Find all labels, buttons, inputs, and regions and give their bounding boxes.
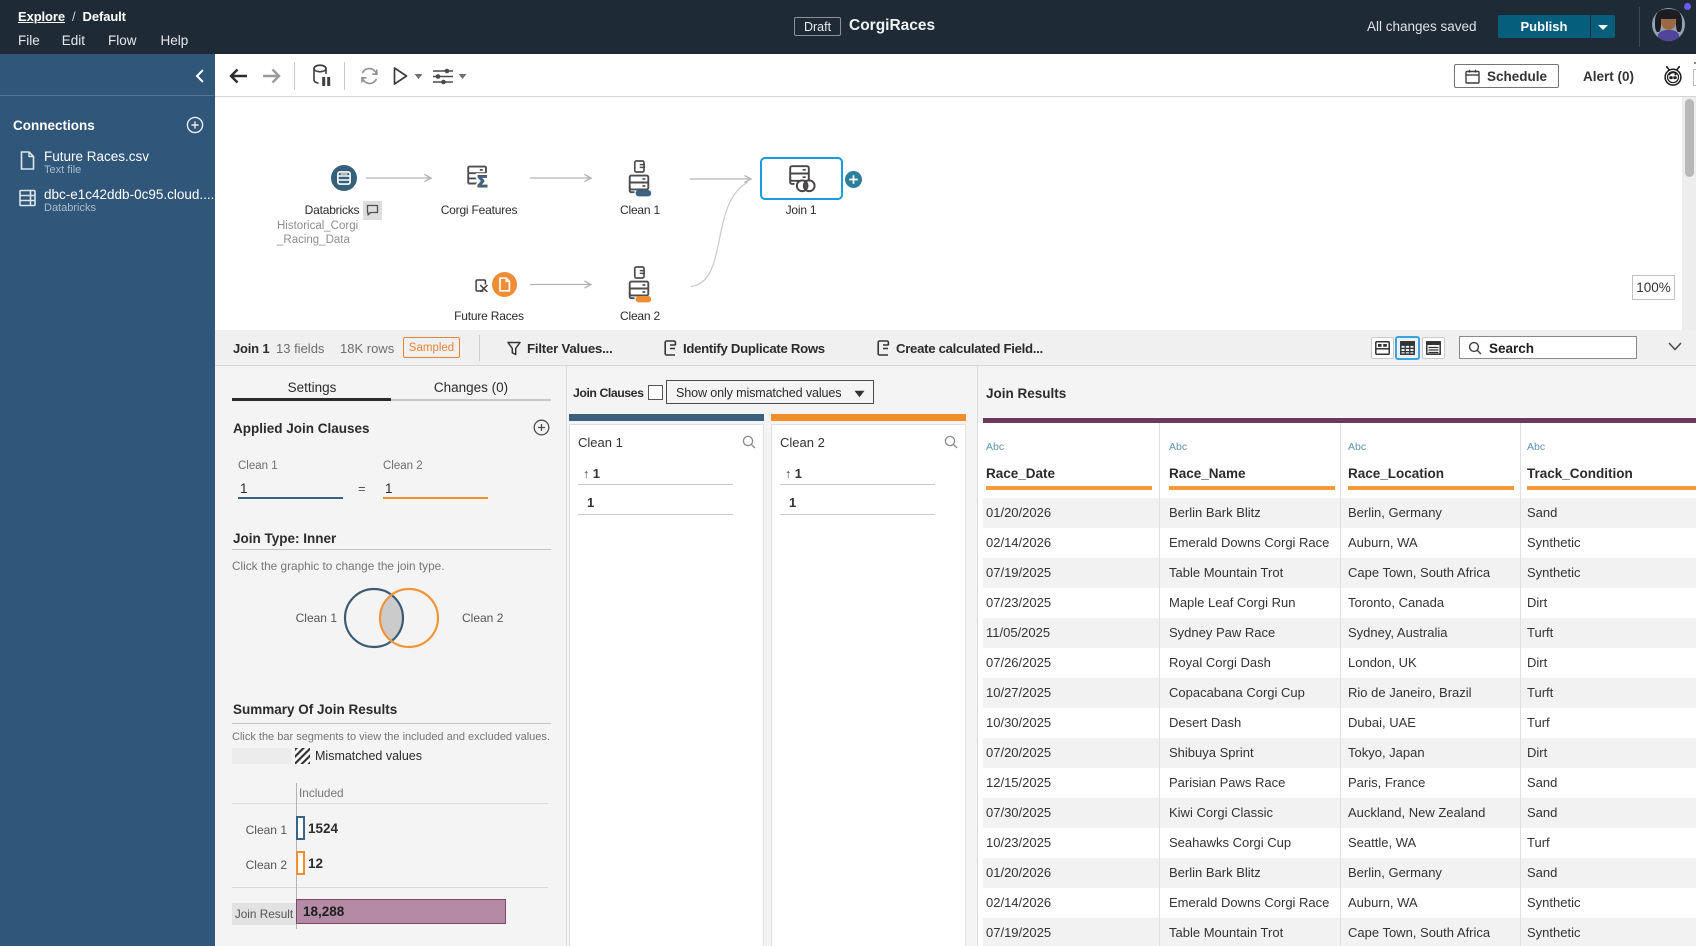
svg-text:Σ: Σ	[477, 172, 487, 191]
